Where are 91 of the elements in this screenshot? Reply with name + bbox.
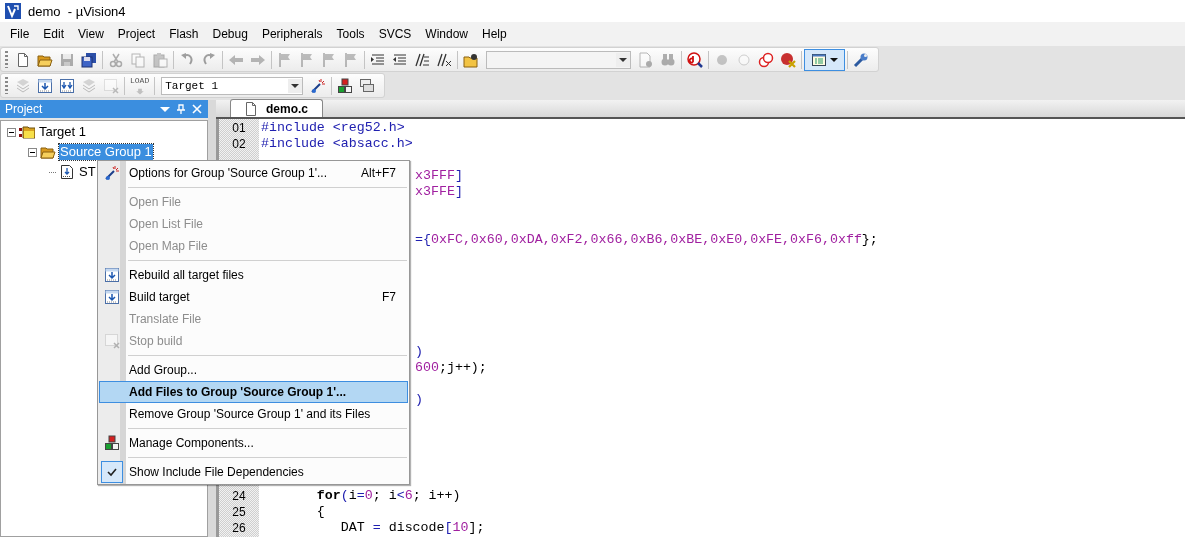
page-icon [243,100,259,117]
window-icon [811,51,827,68]
tree-item[interactable]: Target 1 [38,124,87,140]
window-title: demo - µVision4 [28,3,126,19]
menu-item[interactable]: Window [418,25,475,43]
menu-item[interactable]: Project [110,25,163,43]
outdent-icon [392,51,408,68]
page-icon [15,51,31,68]
combo-box[interactable]: Target 1 [161,76,304,95]
layers-icon [81,77,97,94]
code-line: DAT = discode[10]; [339,520,485,536]
line-number: 24 [231,488,247,504]
build-down-icon [37,77,53,94]
toolbar-button[interactable] [804,48,845,71]
collapse-icon[interactable] [28,147,37,157]
clipboard-icon [152,51,168,68]
code-line: ={0xFC,0x60,0xDA,0xF2,0x66,0xB6,0xBE,0xE0,0xFE,0xF6,0xff}; [415,232,878,248]
folder-icon [40,144,56,160]
code-line: { [315,504,325,520]
indent-icon [370,51,386,68]
line-number: 01 [231,120,247,136]
menu-item[interactable]: Tools [329,25,372,43]
caret-icon [619,57,627,62]
wand-icon [310,77,327,94]
line-number: 02 [231,136,247,152]
app-logo-icon [5,3,21,19]
menu-item[interactable]: Build target F7 [99,286,408,308]
menu-item[interactable]: Debug [205,25,255,43]
stop-build-icon [104,333,120,349]
build-down-icon [104,289,120,305]
code-line: ) [415,392,423,408]
line-number: 26 [231,520,247,536]
menu-item[interactable]: Rebuild all target files [99,264,408,286]
binoculars-icon [660,51,676,68]
windows-stack-icon [359,77,376,94]
stop-build-icon [103,77,119,94]
disks-icon [81,51,97,68]
checkbox[interactable] [101,461,123,483]
layers-icon [15,77,31,94]
magnifier-icon [687,51,703,68]
wand-icon [104,165,120,181]
menu-item[interactable]: Add Files to Group 'Source Group 1'... [99,381,408,403]
menu-item[interactable]: Help [475,25,514,43]
ball-cross-icon [780,51,796,68]
menu-item[interactable]: Remove Group 'Source Group 1' and its Files [99,403,408,425]
caret-icon [830,57,838,62]
tree-item[interactable]: ST [78,164,97,180]
flag-icon [299,51,315,68]
collapse-icon[interactable] [7,127,16,137]
menu-item[interactable]: Options for Group 'Source Group 1'... Alt+F7 [99,162,408,184]
build-down-icon [104,267,120,283]
code-line: ) [415,344,423,360]
panel-title: Project [5,102,44,116]
pages-icon [130,51,146,68]
code-line: #include <absacc.h> [261,136,413,152]
caret-icon [291,83,300,88]
target-icon [19,124,35,140]
build-double-icon [59,77,75,94]
menu-item[interactable]: View [71,25,111,43]
comment-icon [414,51,430,68]
code-line: x3FFE] [415,184,463,200]
menu-item[interactable]: Manage Components... [99,432,408,454]
file-icon [59,164,75,180]
menu-item[interactable]: Peripherals [254,25,330,43]
pin-icon[interactable] [176,104,186,114]
code-line: #include <reg52.h> [261,120,405,136]
line-number: 25 [231,504,247,520]
wrench-icon [853,51,869,68]
menu-item[interactable]: Show Include File Dependencies [99,461,408,483]
menu-item[interactable]: Edit [36,25,72,43]
folder-search-icon [463,51,479,68]
code-line: 600;j++); [415,360,487,376]
scissors-icon [108,51,124,68]
menu-item[interactable]: Add Group... [99,359,408,381]
blocks-icon [337,77,354,94]
blocks-icon [104,435,120,451]
file-tab[interactable]: demo.c [230,99,323,117]
circles-icon [758,51,774,68]
uncomment-icon [436,51,452,68]
flag-icon [343,51,359,68]
flag-icon [321,51,337,68]
page-search-icon [638,51,654,68]
circle-icon [736,51,752,68]
menu-item[interactable]: File [3,25,37,43]
menu-item[interactable]: SVCS [371,25,419,43]
close-icon[interactable] [192,104,202,114]
menu-item[interactable]: Flash [162,25,206,43]
dropdown-icon[interactable] [160,104,170,114]
code-line: for(i=0; i<6; i++) [315,488,461,504]
code-line: x3FFF] [415,168,463,184]
flag-icon [277,51,293,68]
